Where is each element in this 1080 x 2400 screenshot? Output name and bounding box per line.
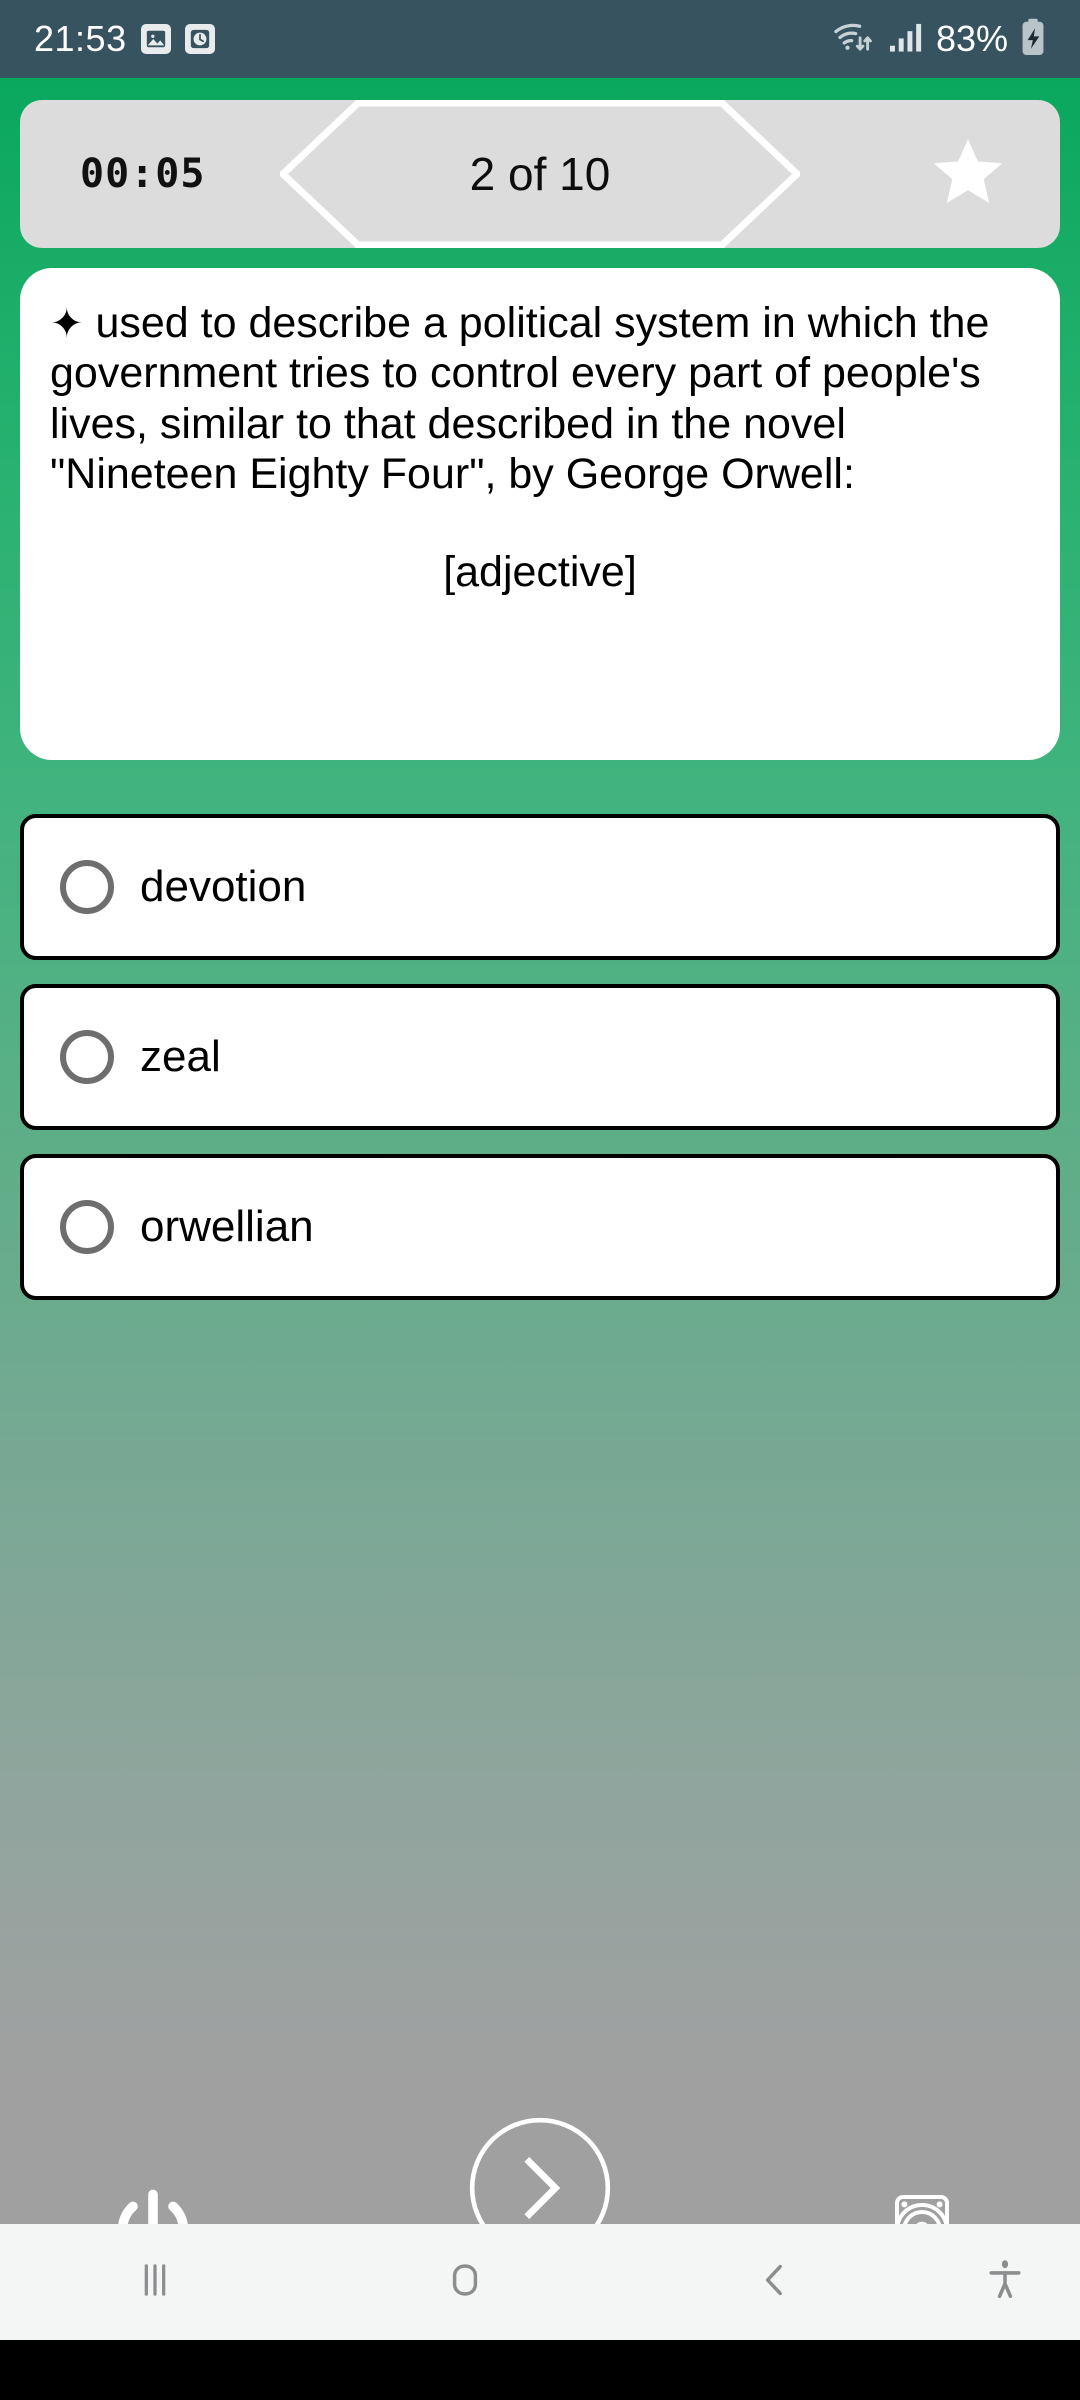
- status-bar-right: 83%: [832, 18, 1046, 61]
- question-body: used to describe a political system in w…: [50, 299, 990, 498]
- answer-option-label: orwellian: [140, 1202, 314, 1251]
- question-progress-label: 2 of 10: [469, 148, 611, 200]
- answer-option-2[interactable]: zeal: [20, 984, 1060, 1130]
- radio-button-icon[interactable]: [60, 1200, 114, 1254]
- nav-back-button[interactable]: [620, 2254, 930, 2311]
- home-icon: [439, 2254, 491, 2311]
- question-card: ✦ used to describe a political system in…: [20, 268, 1060, 760]
- star-icon: [930, 134, 1006, 215]
- back-icon: [749, 2254, 801, 2311]
- gallery-icon: [140, 24, 171, 54]
- wifi-icon: [832, 20, 876, 59]
- question-bullet-icon: ✦: [50, 302, 84, 346]
- radio-button-icon[interactable]: [60, 860, 114, 914]
- quiz-app-background: 00:05 2 of 10 ✦ used to describe a polit…: [0, 78, 1080, 2340]
- answer-option-3[interactable]: orwellian: [20, 1154, 1060, 1300]
- part-of-speech-label: [adjective]: [443, 548, 637, 596]
- recents-icon: [129, 2254, 181, 2311]
- android-navigation-bar: [0, 2224, 1080, 2340]
- countdown-timer: 00:05: [80, 151, 206, 197]
- status-bar-clock: 21:53: [34, 18, 127, 59]
- answer-option-label: zeal: [140, 1032, 221, 1081]
- alarm-clock-icon: [184, 24, 215, 54]
- nav-accessibility-button[interactable]: [930, 2255, 1080, 2310]
- quiz-header-bar: 00:05 2 of 10: [20, 100, 1060, 248]
- battery-percent-label: 83%: [935, 18, 1008, 59]
- question-progress-badge: 2 of 10: [280, 100, 800, 248]
- phone-screen: 21:53 83% 00:05 2 of 10 ✦ used to descri…: [0, 0, 1080, 2400]
- status-bar-left: 21:53: [34, 18, 215, 60]
- question-text: ✦ used to describe a political system in…: [50, 298, 1024, 499]
- status-bar: 21:53 83%: [0, 0, 1080, 78]
- battery-charging-icon: [1020, 18, 1046, 61]
- answer-option-1[interactable]: devotion: [20, 814, 1060, 960]
- answer-options-list: devotion zeal orwellian: [20, 814, 1060, 1324]
- radio-button-icon[interactable]: [60, 1030, 114, 1084]
- nav-home-button[interactable]: [310, 2254, 620, 2311]
- nav-recents-button[interactable]: [0, 2254, 310, 2311]
- accessibility-icon: [980, 2255, 1030, 2310]
- signal-bars-icon: [888, 21, 924, 58]
- favorite-button[interactable]: [930, 136, 1006, 212]
- answer-option-label: devotion: [140, 862, 307, 911]
